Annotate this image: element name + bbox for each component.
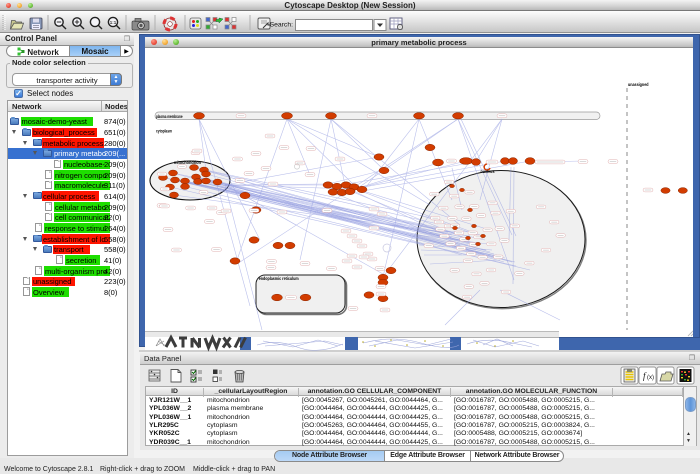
svg-text:Search:: Search:: [270, 22, 294, 29]
svg-text:mitochondrion: mitochondrion: [174, 160, 201, 165]
svg-text:endoplasmic reticulum: endoplasmic reticulum: [259, 276, 299, 281]
svg-text:(x): (x): [647, 375, 654, 381]
svg-text:plasma membrane: plasma membrane: [156, 114, 183, 119]
svg-text:nucleus: nucleus: [481, 169, 495, 174]
svg-text:unassigned: unassigned: [628, 82, 649, 87]
svg-text:cytoplasm: cytoplasm: [156, 129, 172, 134]
svg-text:1:1: 1:1: [110, 20, 117, 25]
